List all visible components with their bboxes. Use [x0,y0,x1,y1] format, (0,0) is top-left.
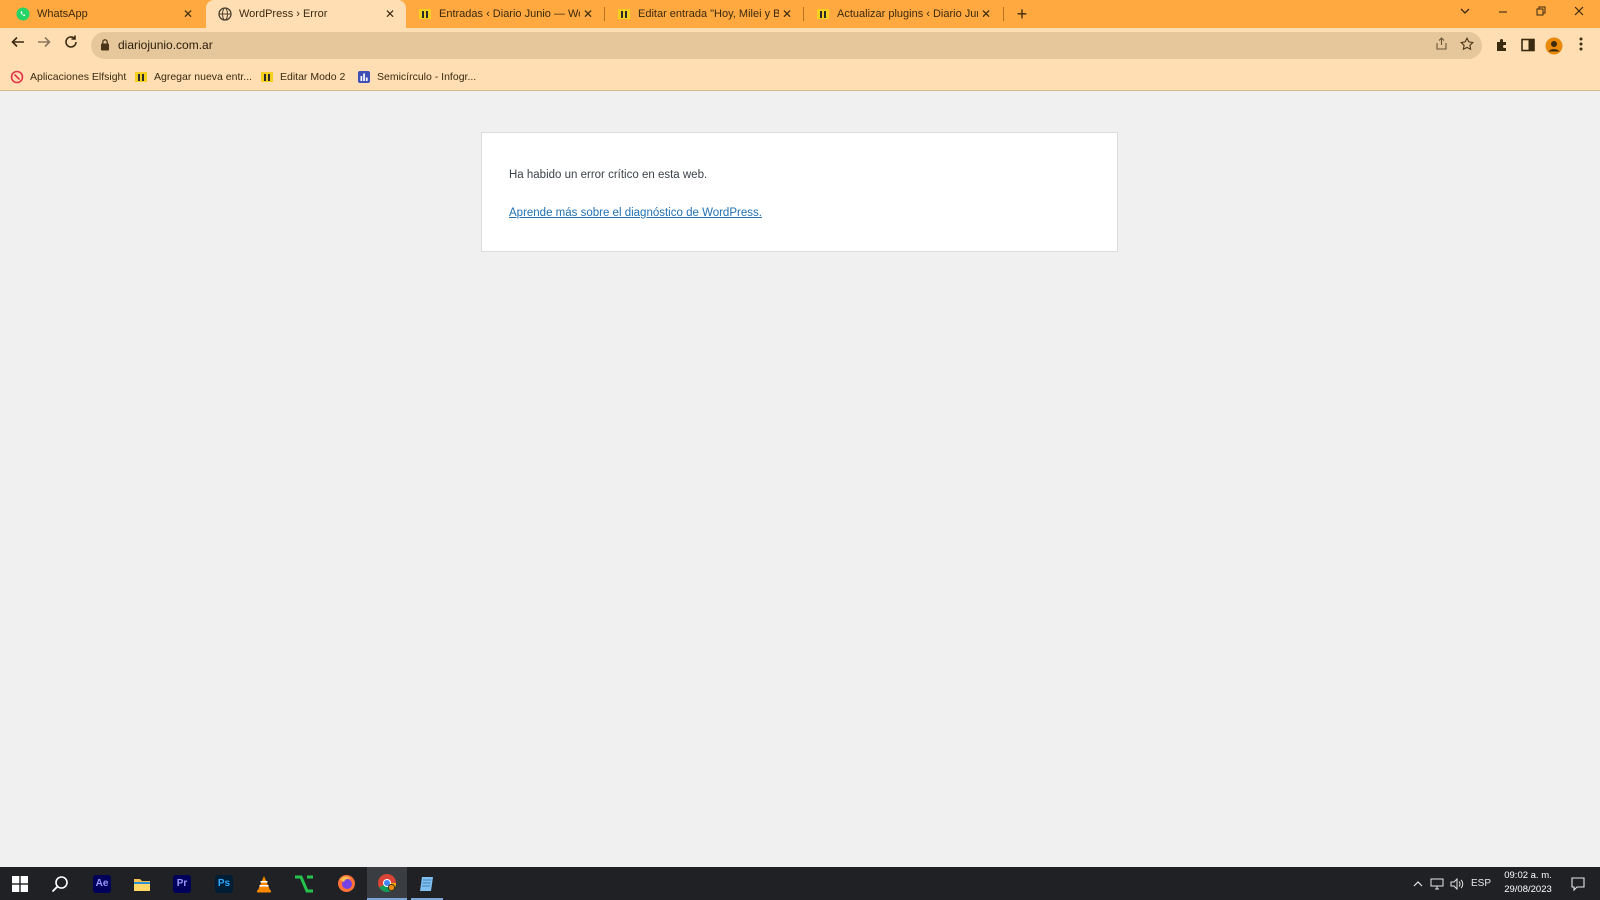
bookmark-semicirculo[interactable]: Semicírculo - Infogr... [357,68,476,85]
side-panel-icon[interactable] [1519,37,1537,55]
close-icon[interactable]: ✕ [978,7,994,21]
volume-icon[interactable] [1448,867,1466,900]
network-icon[interactable] [1428,867,1446,900]
bookmark-label: Aplicaciones Elfsight [30,70,127,83]
new-tab-button[interactable]: + [1012,3,1032,25]
language-indicator[interactable]: ESP [1468,867,1494,900]
diario-junio-icon [418,7,432,21]
photoshop-icon: Ps [215,874,233,893]
bookmark-label: Semicírculo - Infogr... [377,70,477,83]
bookmark-label: Agregar nueva entr... [154,70,253,83]
taskbar-notepad[interactable] [407,867,447,900]
close-window-icon[interactable] [1560,0,1598,28]
taskbar-after-effects[interactable]: Ae [82,867,122,900]
extensions-puzzle-icon[interactable] [1493,37,1511,55]
tab-wordpress-error[interactable]: WordPress › Error ✕ [206,0,406,28]
menu-kebab-icon[interactable] [1572,37,1590,55]
bookmark-agregar-entrada[interactable]: Agregar nueva entr... [134,68,252,85]
notepad-icon [420,876,433,891]
tab-title: Editar entrada "Hoy, Milei y Bullr [638,8,779,20]
tab-title: Entradas ‹ Diario Junio — WordP [439,8,580,20]
tab-whatsapp[interactable]: WhatsApp ✕ [4,0,204,28]
bookmark-elfsight[interactable]: Aplicaciones Elfsight [10,68,126,85]
taskbar-green-app[interactable] [284,867,324,900]
browser-toolbar: diariojunio.com.ar [0,28,1600,63]
after-effects-icon: Ae [93,874,111,893]
firefox-icon [337,875,355,892]
profile-avatar-icon[interactable] [1545,37,1563,55]
taskbar-firefox[interactable] [326,867,366,900]
bookmarks-bar: Aplicaciones Elfsight Agregar nueva entr… [0,63,1600,91]
back-button[interactable] [6,34,30,58]
taskbar-vlc[interactable] [244,867,284,900]
lock-icon[interactable] [100,38,110,56]
search-icon [51,875,68,892]
elfsight-icon [10,70,24,84]
reload-button[interactable] [59,34,83,58]
wordpress-debugging-link[interactable]: Aprende más sobre el diagnóstico de Word… [509,207,762,219]
restore-icon[interactable] [1522,0,1560,28]
forward-arrow-icon [38,36,51,48]
close-icon[interactable]: ✕ [180,7,196,21]
tab-entradas[interactable]: Entradas ‹ Diario Junio — WordP ✕ [406,0,604,28]
diario-junio-icon [134,70,148,84]
chrome-icon [378,873,396,892]
taskbar-file-explorer[interactable] [122,867,162,900]
tab-actualizar-plugins[interactable]: Actualizar plugins ‹ Diario Junio — ✕ [804,0,1002,28]
search-button[interactable] [40,867,80,900]
close-icon[interactable]: ✕ [779,7,795,21]
whatsapp-icon [16,7,30,21]
forward-button[interactable] [32,34,56,58]
address-bar[interactable]: diariojunio.com.ar [91,32,1482,59]
bookmark-star-icon[interactable] [1458,36,1476,55]
system-clock[interactable]: 09:02 a. m. 29/08/2023 [1493,869,1563,897]
taskbar-premiere[interactable]: Pr [162,867,202,900]
url-text[interactable]: diariojunio.com.ar [118,38,213,52]
back-arrow-icon [11,36,24,48]
share-icon[interactable] [1432,37,1450,55]
start-button[interactable] [0,867,40,900]
tab-search-icon[interactable] [1446,0,1484,28]
bookmark-editar-modo-2[interactable]: Editar Modo 2 [260,68,345,85]
tab-strip: WhatsApp ✕ WordPress › Error ✕ Entradas … [0,0,1600,28]
windows-start-icon [12,875,28,892]
page-content: Ha habido un error crítico en esta web. … [0,91,1600,867]
diario-junio-icon [260,70,274,84]
clock-time: 09:02 a. m. [1504,870,1552,881]
tab-title: WhatsApp [37,8,88,20]
bookmark-label: Editar Modo 2 [280,70,346,83]
reload-icon [65,35,77,48]
taskbar-chrome[interactable] [367,867,407,900]
green-app-icon [295,875,313,892]
taskbar-photoshop[interactable]: Ps [204,867,244,900]
tab-title: Actualizar plugins ‹ Diario Junio — [837,8,978,20]
tab-divider [1003,7,1004,21]
close-icon[interactable]: ✕ [382,7,398,21]
close-icon[interactable]: ✕ [580,7,596,21]
wordpress-globe-icon [218,7,232,21]
wp-error-box: Ha habido un error crítico en esta web. … [481,132,1118,252]
vlc-icon [257,875,271,892]
diario-junio-icon [617,7,631,21]
diario-junio-icon [816,7,830,21]
file-explorer-icon [134,878,150,891]
tab-title: WordPress › Error [239,8,328,20]
clock-date: 29/08/2023 [1504,884,1552,895]
notifications-icon[interactable] [1564,867,1592,900]
infogram-icon [357,70,371,84]
error-message: Ha habido un error crítico en esta web. [509,169,708,181]
premiere-icon: Pr [173,874,191,893]
tab-editar-entrada[interactable]: Editar entrada "Hoy, Milei y Bullr ✕ [605,0,803,28]
windows-taskbar: Ae Pr Ps ESP 09:02 a. m. 29/08/2023 [0,867,1600,900]
minimize-icon[interactable] [1484,0,1522,28]
tray-overflow-chevron-icon[interactable] [1410,867,1426,900]
